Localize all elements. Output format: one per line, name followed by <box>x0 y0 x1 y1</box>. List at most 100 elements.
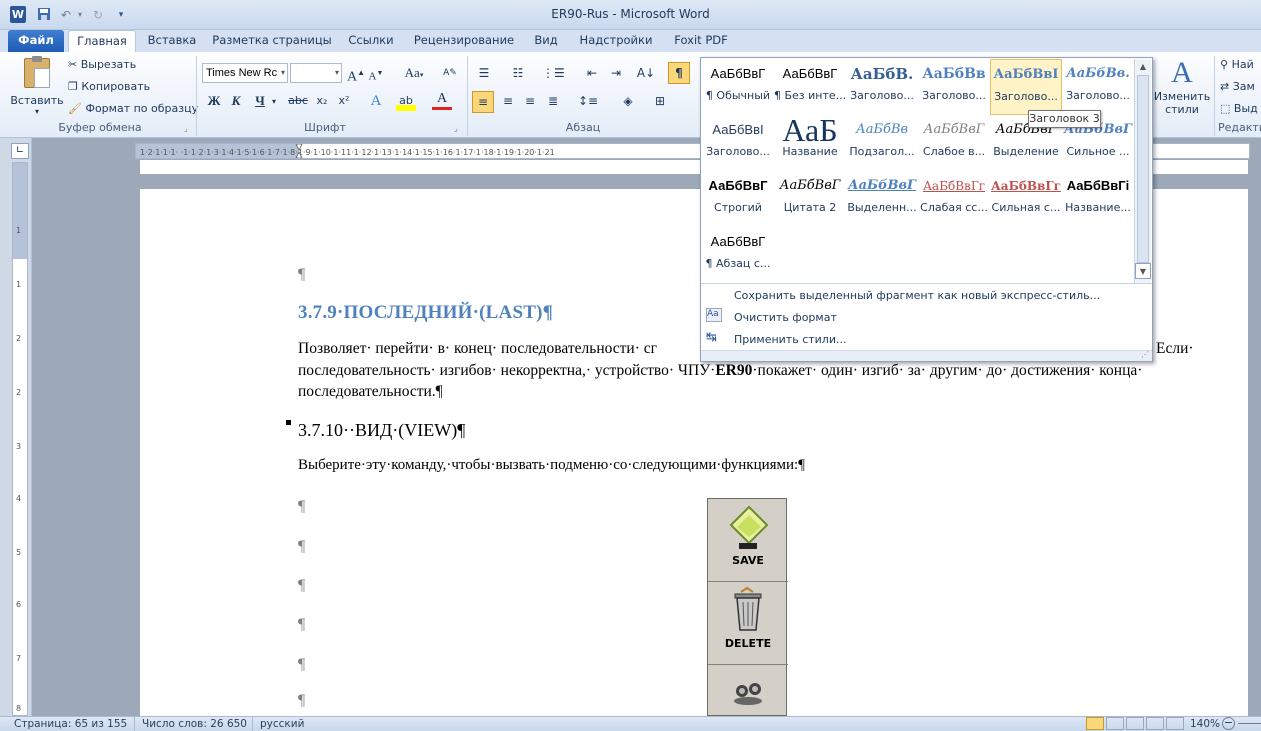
save-style-menu-item[interactable]: Сохранить выделенный фрагмент как новый … <box>734 289 1100 302</box>
align-right-icon[interactable]: ≡ <box>520 91 540 111</box>
decrease-indent-icon[interactable]: ⇤ <box>582 63 602 83</box>
sort-icon[interactable]: A↓ <box>636 63 656 83</box>
scroll-thumb[interactable] <box>1137 75 1149 263</box>
style-gallery-item[interactable]: АаБбВв. Заголово... <box>1062 59 1134 115</box>
print-layout-icon[interactable] <box>1086 717 1104 730</box>
svg-text:1: 1 <box>16 280 21 289</box>
italic-button[interactable]: К <box>226 91 246 111</box>
heading-view[interactable]: 3.7.10··ВИД·(VIEW)¶ <box>298 420 465 441</box>
style-gallery-item[interactable]: АаБбВвІ Заголово... <box>702 115 774 171</box>
vertical-ruler[interactable]: 1 1 2 2 3 4 5 6 7 8 <box>12 162 28 716</box>
shrink-font-button[interactable]: A▼ <box>366 63 386 83</box>
line-spacing-icon[interactable]: ↕≡ <box>578 91 598 111</box>
cut-button[interactable]: ✂ Вырезать <box>68 58 136 71</box>
tab-foxit-pdf[interactable]: Foxit PDF <box>666 30 736 52</box>
underline-dropdown-icon[interactable]: ▾ <box>272 97 276 106</box>
style-gallery-item[interactable]: АаБбВвГг Слабая сс... <box>918 171 990 227</box>
gallery-divider <box>701 283 1152 284</box>
strikethrough-button[interactable]: abc <box>286 91 310 111</box>
word-count[interactable]: Число слов: 26 650 <box>142 718 247 730</box>
style-gallery-item[interactable]: АаБ Название <box>774 115 846 171</box>
highlight-button[interactable]: ab <box>396 91 416 111</box>
find-button[interactable]: ⚲ Най <box>1220 58 1254 71</box>
increase-indent-icon[interactable]: ⇥ <box>606 63 626 83</box>
clipboard-launcher-icon[interactable]: ⌟ <box>184 124 188 133</box>
change-styles-button[interactable]: A Изменить стили <box>1153 56 1211 122</box>
style-gallery-item[interactable]: АаБбВв Заголово... <box>918 59 990 115</box>
copy-button[interactable]: ❐ Копировать <box>68 80 150 93</box>
tab-references[interactable]: Ссылки <box>340 30 402 52</box>
shading-icon[interactable]: ◈ <box>618 91 638 111</box>
replace-button[interactable]: ⇄ Зам <box>1220 80 1255 93</box>
gallery-scrollbar[interactable]: ▲ ▼ <box>1134 59 1151 283</box>
text-effects-icon[interactable]: A <box>366 91 386 111</box>
style-gallery-item[interactable]: АаБбВвГ Выделенн... <box>846 171 918 227</box>
font-color-button[interactable]: A <box>432 91 452 110</box>
clear-formatting-icon[interactable]: A✎ <box>440 63 460 83</box>
numbering-icon[interactable]: ☷ <box>508 63 528 83</box>
style-gallery-item[interactable]: АаБбВвГ Строгий <box>702 171 774 227</box>
style-gallery-item[interactable]: АаБбВвГі Название... <box>1062 171 1134 227</box>
subscript-button[interactable]: x₂ <box>312 91 332 111</box>
language[interactable]: русский <box>260 718 304 730</box>
tab-file[interactable]: Файл <box>8 30 64 52</box>
tab-insert[interactable]: Вставка <box>140 30 204 52</box>
paste-button[interactable]: Вставить ▾ <box>10 56 64 118</box>
style-gallery-item[interactable]: АаБбВ. Заголово... <box>846 59 918 115</box>
font-launcher-icon[interactable]: ⌟ <box>454 124 458 133</box>
zoom-out-icon[interactable]: − <box>1222 717 1235 730</box>
style-gallery-item[interactable]: АаБбВвГг Сильная с... <box>990 171 1062 227</box>
chevron-down-icon: ▾ <box>334 68 339 77</box>
zoom-slider[interactable] <box>1238 723 1261 724</box>
tab-selector-icon[interactable]: ∟ <box>11 143 29 159</box>
tab-addins[interactable]: Надстройки <box>572 30 660 52</box>
show-marks-button[interactable]: ¶ <box>668 62 690 84</box>
bullets-icon[interactable]: ☰ <box>474 63 494 83</box>
outline-icon[interactable] <box>1146 717 1164 730</box>
scroll-up-icon[interactable]: ▲ <box>1135 59 1151 75</box>
grow-font-button[interactable]: A▲ <box>346 63 366 85</box>
change-case-button[interactable]: Aa▾ <box>400 63 428 83</box>
full-screen-icon[interactable] <box>1106 717 1124 730</box>
style-gallery-item[interactable]: АаБбВвГ ¶ Без инте... <box>774 59 846 115</box>
paragraph-2[interactable]: Выберите·эту·команду,·чтобы·вызвать·подм… <box>298 457 805 474</box>
zoom-level[interactable]: 140% <box>1190 718 1220 730</box>
style-gallery-item[interactable]: АаБбВвГ ¶ Обычный <box>702 59 774 115</box>
separator <box>134 716 135 731</box>
multilevel-list-icon[interactable]: ⋮☰ <box>542 63 565 83</box>
style-gallery-item[interactable]: АаБбВвГ Цитата 2 <box>774 171 846 227</box>
tab-home[interactable]: Главная <box>68 30 136 52</box>
bold-button[interactable]: Ж <box>204 91 224 111</box>
style-gallery-item[interactable]: АаБбВвІ Заголово... <box>990 59 1062 115</box>
toolbar-image[interactable]: SAVE DELETE <box>707 498 788 716</box>
style-gallery-item[interactable]: АаБбВвГ Слабое в... <box>918 115 990 171</box>
select-button[interactable]: ⬚ Выд <box>1220 102 1258 115</box>
font-family-combo[interactable]: Times New Rc ▾ <box>202 63 288 83</box>
clear-format-menu-item[interactable]: Очистить формат <box>734 311 837 324</box>
underline-button[interactable]: Ч <box>250 91 270 111</box>
heading-last[interactable]: 3.7.9·ПОСЛЕДНИЙ·(LAST)¶ <box>298 302 553 324</box>
align-center-icon[interactable]: ≡ <box>498 91 518 111</box>
style-gallery-item[interactable]: АаБбВвГ ¶ Абзац с... <box>702 227 774 283</box>
style-gallery-item[interactable]: АаБбВв Подзагол... <box>846 115 918 171</box>
align-left-icon[interactable]: ≡ <box>472 91 494 113</box>
web-layout-icon[interactable] <box>1126 717 1144 730</box>
paragraph-1-line-1-end[interactable]: Если· <box>1156 340 1194 358</box>
scroll-down-icon[interactable]: ▼ <box>1135 263 1151 279</box>
justify-icon[interactable]: ≣ <box>543 91 563 111</box>
paragraph-1-line-1[interactable]: Позволяет· перейти· в· конец· последоват… <box>298 340 657 358</box>
svg-text:1: 1 <box>16 226 21 235</box>
font-size-combo[interactable]: ▾ <box>290 63 342 83</box>
paragraph-1-line-3[interactable]: последовательности.¶ <box>298 383 443 401</box>
page-count[interactable]: Страница: 65 из 155 <box>14 718 127 730</box>
draft-icon[interactable] <box>1166 717 1184 730</box>
paragraph-1-line-2[interactable]: последовательность· изгибов· некорректна… <box>298 362 1198 380</box>
tab-view[interactable]: Вид <box>526 30 566 52</box>
tab-review[interactable]: Рецензирование <box>408 30 520 52</box>
superscript-button[interactable]: x² <box>334 91 354 111</box>
resize-grip-icon[interactable]: ⋰ <box>1141 350 1149 359</box>
apply-styles-menu-item[interactable]: Применить стили... <box>734 333 846 346</box>
format-painter-button[interactable]: 🖌 Формат по образцу <box>68 102 198 115</box>
borders-icon[interactable]: ⊞ <box>650 91 670 111</box>
tab-page-layout[interactable]: Разметка страницы <box>210 30 334 52</box>
